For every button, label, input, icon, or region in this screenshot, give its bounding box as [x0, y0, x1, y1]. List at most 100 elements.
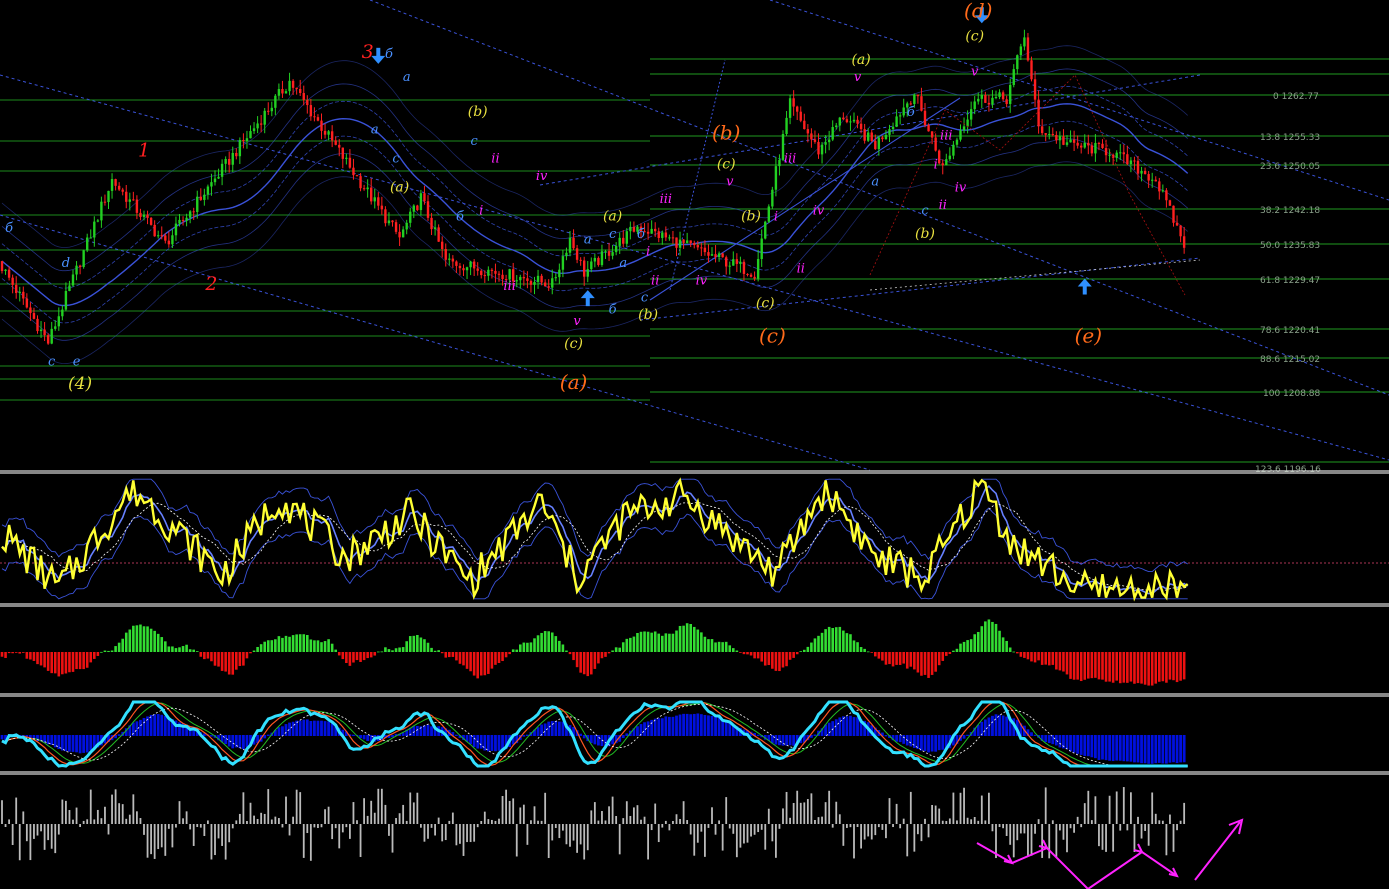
- candle-body: [110, 179, 114, 191]
- candle-body: [920, 96, 923, 111]
- volume-bar: [295, 789, 298, 824]
- candle-body: [561, 256, 565, 270]
- volume-bar: [1133, 824, 1136, 852]
- histogram-bar: [458, 652, 462, 664]
- candle-body: [1165, 190, 1168, 201]
- histogram-bar: [742, 652, 746, 655]
- candle-body: [494, 270, 497, 274]
- candle-body: [1065, 142, 1069, 145]
- volume-bar: [128, 814, 131, 824]
- candle-body: [998, 92, 1001, 98]
- histogram-bar: [533, 638, 536, 652]
- volume-bar: [459, 824, 461, 844]
- volume-bar: [224, 824, 227, 860]
- candle-body: [302, 93, 305, 100]
- histogram-bar: [1051, 652, 1055, 665]
- stochastic-bar: [281, 726, 284, 736]
- stochastic-bar: [330, 723, 334, 736]
- candle-body: [515, 280, 518, 282]
- histogram-bar: [820, 632, 824, 652]
- volume-bar: [771, 824, 774, 842]
- candle-body: [196, 196, 199, 212]
- volume-bar: [1115, 791, 1118, 824]
- histogram-bar: [1083, 652, 1087, 680]
- histogram-bar: [522, 642, 526, 652]
- histogram-bar: [7, 652, 11, 654]
- histogram-bar: [664, 633, 668, 652]
- wave-label: (d): [964, 0, 992, 22]
- histogram-bar: [284, 635, 288, 652]
- volume-bar: [199, 824, 202, 828]
- volume-bar: [8, 819, 10, 824]
- wave-label: б: [5, 221, 13, 236]
- volume-bar: [164, 824, 167, 856]
- stochastic-bar: [0, 735, 4, 740]
- histogram-bar: [905, 652, 909, 669]
- histogram-bar: [1111, 652, 1115, 683]
- volume-bar: [1009, 824, 1012, 845]
- volume-bar: [1005, 824, 1008, 836]
- candle-body: [128, 199, 131, 202]
- volume-bar: [931, 805, 933, 824]
- candle-body: [1129, 160, 1133, 165]
- stochastic-bar: [71, 735, 75, 752]
- candle-body: [952, 144, 955, 156]
- volume-bar: [519, 807, 522, 824]
- histogram-bar: [440, 652, 444, 654]
- candle-body: [15, 284, 18, 294]
- histogram-bar: [82, 652, 85, 670]
- volume-bar: [217, 824, 220, 839]
- candle-body: [75, 265, 78, 275]
- candle-body: [18, 291, 21, 294]
- histogram-bar: [653, 631, 657, 652]
- volume-bar: [572, 824, 575, 841]
- candle-body: [57, 316, 60, 327]
- histogram-bar: [788, 652, 792, 660]
- candle-body: [1126, 154, 1129, 165]
- volume-bar: [789, 817, 791, 824]
- candle-body: [1040, 126, 1044, 134]
- histogram-bar: [1147, 652, 1150, 686]
- volume-bar: [1083, 803, 1086, 824]
- histogram-bar: [185, 644, 188, 652]
- candle-body: [696, 245, 699, 248]
- histogram-bar: [593, 652, 597, 669]
- volume-bar: [980, 795, 983, 824]
- candle-body: [749, 274, 753, 277]
- candle-body: [487, 269, 490, 276]
- candle-body: [483, 275, 486, 277]
- wave-label: ii: [939, 198, 947, 213]
- volume-bar: [4, 824, 7, 828]
- volume-bar: [1122, 787, 1125, 824]
- candle-body: [902, 107, 905, 116]
- stochastic-bar: [78, 735, 82, 754]
- histogram-bar: [994, 623, 998, 652]
- candle-body: [927, 124, 930, 132]
- candle-body: [810, 133, 813, 140]
- histogram-bar: [11, 652, 14, 654]
- candle-body: [359, 176, 362, 189]
- volume-bar: [860, 824, 862, 849]
- histogram-bar: [671, 633, 675, 652]
- volume-bar: [661, 824, 664, 828]
- candle-body: [391, 220, 394, 223]
- fib-level-label: 50.0 1235.83: [1260, 241, 1320, 251]
- volume-bar: [1137, 816, 1139, 824]
- histogram-bar: [586, 652, 590, 677]
- histogram-bar: [387, 649, 391, 652]
- candle-body: [806, 129, 810, 134]
- stochastic-bar: [682, 713, 685, 736]
- volume-bar: [299, 792, 302, 824]
- histogram-bar: [220, 652, 224, 671]
- histogram-bar: [547, 631, 550, 652]
- wave-label: (a): [603, 208, 622, 224]
- histogram-bar: [448, 652, 451, 658]
- wave-label: a: [871, 175, 879, 190]
- candle-body: [93, 221, 96, 238]
- volume-bar: [828, 790, 831, 824]
- histogram-bar: [263, 641, 266, 652]
- candle-body: [448, 258, 451, 260]
- volume-bar: [1105, 824, 1107, 852]
- stochastic-bar: [774, 735, 778, 745]
- histogram-bar: [813, 638, 817, 652]
